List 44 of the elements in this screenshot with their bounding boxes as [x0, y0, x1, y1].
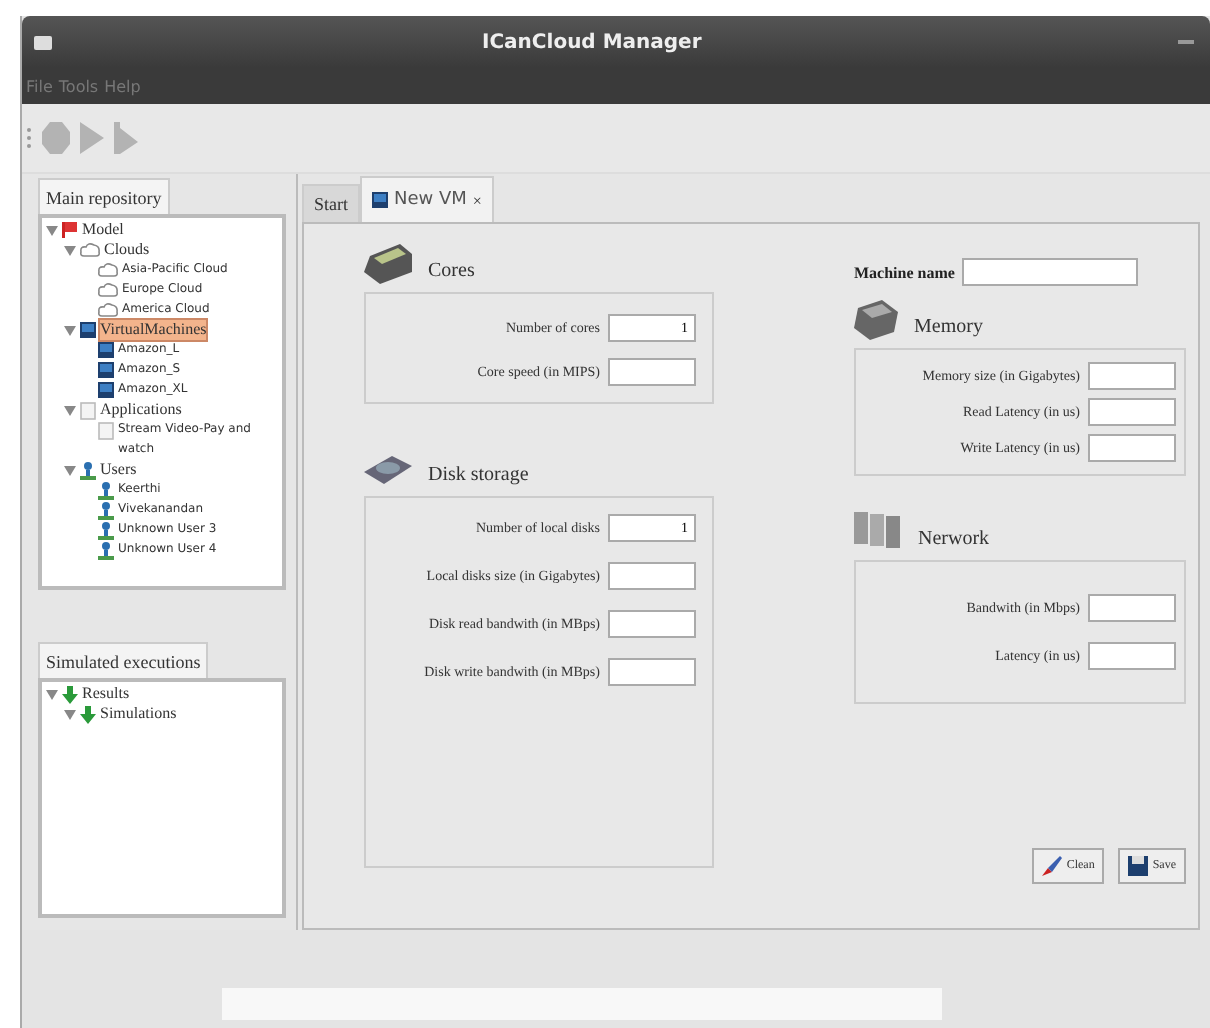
input-field[interactable] [1088, 594, 1176, 622]
window-title: ICanCloud Manager [482, 31, 702, 53]
processor-icon [364, 244, 412, 284]
close-icon[interactable]: × [472, 191, 482, 209]
toolbar-grip-icon [26, 126, 32, 150]
expand-arrow-icon[interactable] [64, 708, 76, 720]
input-field[interactable] [1088, 362, 1176, 390]
input-field[interactable] [1088, 398, 1176, 426]
expand-arrow-icon[interactable] [64, 244, 76, 256]
section-title: Disk storage [428, 464, 529, 488]
monitor-icon [372, 192, 388, 208]
field-label: Machine name [854, 263, 955, 281]
minimize-icon[interactable] [1178, 38, 1194, 46]
section-title: Memory [914, 316, 983, 340]
tree-item[interactable]: VirtualMachines [100, 320, 207, 340]
section-title: Cores [428, 260, 475, 284]
input-field[interactable] [608, 658, 696, 686]
memory-icon [854, 300, 898, 340]
input-field[interactable] [1088, 434, 1176, 462]
expand-arrow-icon[interactable] [46, 688, 58, 700]
input-field[interactable] [1088, 642, 1176, 670]
section-title: Nerwork [918, 528, 990, 552]
app-icon [34, 34, 52, 50]
tab[interactable]: New VM × [360, 176, 494, 222]
tree-item[interactable]: Model [82, 220, 258, 240]
expand-arrow-icon[interactable] [64, 404, 76, 416]
tree-item[interactable]: Simulations [100, 704, 276, 724]
panel-tab[interactable]: Simulated executions [38, 642, 209, 678]
tab[interactable]: Start [302, 184, 360, 222]
tree-item[interactable]: Applications [100, 400, 276, 420]
input-field[interactable] [608, 562, 696, 590]
tree-item[interactable]: Results [82, 684, 258, 704]
input-field[interactable] [608, 358, 696, 386]
tree-item[interactable]: Clouds [104, 240, 280, 260]
tree-item[interactable]: Users [100, 460, 276, 480]
expand-arrow-icon[interactable] [64, 464, 76, 476]
panel-tab[interactable]: Main repository [38, 178, 170, 214]
expand-arrow-icon[interactable] [64, 324, 76, 336]
servers-icon [854, 512, 902, 552]
flag-icon [62, 222, 78, 238]
input-field[interactable] [962, 258, 1139, 286]
input-field[interactable] [608, 610, 696, 638]
expand-arrow-icon[interactable] [46, 224, 58, 236]
brush-icon [1042, 856, 1063, 876]
